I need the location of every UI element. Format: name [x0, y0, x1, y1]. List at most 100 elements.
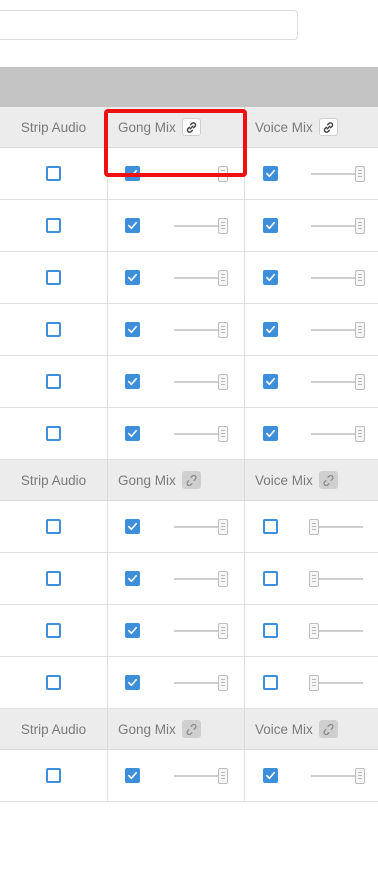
- voice-mix-slider[interactable]: [308, 621, 365, 641]
- voice-mix-checkbox[interactable]: [262, 374, 278, 389]
- voice-mix-checkbox[interactable]: [262, 519, 278, 534]
- strip-audio-checkbox[interactable]: [46, 675, 61, 690]
- gong-mix-checkbox[interactable]: [124, 166, 140, 181]
- voice-mix-slider[interactable]: [309, 424, 365, 444]
- slider-thumb-icon[interactable]: [354, 321, 365, 338]
- voice-mix-checkbox[interactable]: [262, 768, 278, 783]
- gong-mix-slider[interactable]: [172, 673, 228, 693]
- gong-mix-check-cell: [108, 252, 156, 303]
- unlink-icon[interactable]: [318, 720, 338, 738]
- gong-mix-slider[interactable]: [172, 424, 228, 444]
- slider-thumb-icon[interactable]: [354, 767, 365, 784]
- voice-mix-slider[interactable]: [309, 268, 365, 288]
- strip-audio-checkbox[interactable]: [46, 519, 61, 534]
- voice-mix-slider[interactable]: [309, 766, 365, 786]
- unlink-icon[interactable]: [181, 471, 201, 489]
- voice-mix-checkbox[interactable]: [262, 270, 278, 285]
- strip-audio-checkbox[interactable]: [46, 623, 61, 638]
- voice-mix-slider[interactable]: [309, 372, 365, 392]
- strip-audio-checkbox[interactable]: [46, 426, 61, 441]
- gong-mix-header-label: Gong Mix: [118, 472, 176, 488]
- gong-mix-checkbox[interactable]: [124, 571, 140, 586]
- voice-mix-checkbox[interactable]: [262, 623, 278, 638]
- gong-mix-slider[interactable]: [172, 164, 228, 184]
- gong-mix-slider[interactable]: [172, 569, 228, 589]
- gong-mix-slider-cell: [156, 408, 245, 459]
- voice-mix-slider-cell: [295, 252, 378, 303]
- slider-thumb-icon[interactable]: [308, 570, 319, 587]
- gong-mix-slider[interactable]: [172, 372, 228, 392]
- gong-mix-checkbox[interactable]: [124, 675, 140, 690]
- strip-audio-checkbox[interactable]: [46, 166, 61, 181]
- slider-thumb-icon[interactable]: [218, 767, 228, 784]
- unlink-icon[interactable]: [318, 471, 338, 489]
- check-icon: [265, 220, 276, 231]
- strip-audio-checkbox[interactable]: [46, 571, 61, 586]
- gong-mix-slider[interactable]: [172, 268, 228, 288]
- slider-thumb-icon[interactable]: [218, 321, 228, 338]
- slider-thumb-icon[interactable]: [218, 269, 228, 286]
- gong-mix-slider[interactable]: [172, 766, 228, 786]
- strip-audio-checkbox[interactable]: [46, 218, 61, 233]
- voice-mix-checkbox[interactable]: [262, 218, 278, 233]
- unlink-icon[interactable]: [181, 720, 201, 738]
- gong-mix-slider[interactable]: [172, 320, 228, 340]
- strip-audio-checkbox[interactable]: [46, 768, 61, 783]
- slider-thumb-icon[interactable]: [354, 217, 365, 234]
- slider-thumb-icon[interactable]: [218, 217, 228, 234]
- gong-mix-checkbox[interactable]: [124, 270, 140, 285]
- gong-mix-checkbox[interactable]: [124, 519, 140, 534]
- link-icon[interactable]: [181, 118, 201, 136]
- slider-thumb-icon[interactable]: [218, 373, 228, 390]
- slider-thumb-icon[interactable]: [354, 425, 365, 442]
- voice-mix-checkbox[interactable]: [262, 675, 278, 690]
- search-input[interactable]: [0, 10, 298, 40]
- voice-mix-checkbox[interactable]: [262, 166, 278, 181]
- voice-mix-slider[interactable]: [308, 517, 365, 537]
- slider-thumb-icon[interactable]: [218, 165, 228, 182]
- slider-thumb-icon[interactable]: [308, 518, 319, 535]
- voice-mix-checkbox[interactable]: [262, 426, 278, 441]
- gong-mix-slider-cell: [156, 657, 245, 708]
- strip-audio-cell: [0, 148, 108, 199]
- link-icon[interactable]: [318, 118, 338, 136]
- voice-mix-check-cell: [245, 501, 295, 552]
- voice-mix-slider[interactable]: [308, 569, 365, 589]
- voice-mix-header: Voice Mix: [245, 709, 378, 749]
- gong-mix-checkbox[interactable]: [124, 426, 140, 441]
- slider-thumb-icon[interactable]: [218, 570, 228, 587]
- gong-mix-checkbox[interactable]: [124, 322, 140, 337]
- gong-mix-checkbox[interactable]: [124, 374, 140, 389]
- gong-mix-checkbox[interactable]: [124, 218, 140, 233]
- slider-thumb-icon[interactable]: [354, 373, 365, 390]
- slider-thumb-icon[interactable]: [308, 674, 319, 691]
- voice-mix-slider[interactable]: [309, 164, 365, 184]
- strip-audio-checkbox[interactable]: [46, 322, 61, 337]
- strip-audio-checkbox[interactable]: [46, 270, 61, 285]
- gong-mix-checkbox[interactable]: [124, 768, 140, 783]
- gong-mix-slider[interactable]: [172, 216, 228, 236]
- gong-mix-slider-cell: [156, 356, 245, 407]
- table-row: [0, 408, 378, 460]
- voice-mix-header-label: Voice Mix: [255, 472, 313, 488]
- gong-mix-checkbox[interactable]: [124, 623, 140, 638]
- gong-mix-check-cell: [108, 304, 156, 355]
- voice-mix-slider[interactable]: [309, 216, 365, 236]
- slider-thumb-icon[interactable]: [218, 674, 228, 691]
- voice-mix-checkbox[interactable]: [262, 571, 278, 586]
- slider-thumb-icon[interactable]: [218, 622, 228, 639]
- slider-thumb-icon[interactable]: [218, 518, 228, 535]
- gong-mix-slider[interactable]: [172, 517, 228, 537]
- slider-thumb-icon[interactable]: [308, 622, 319, 639]
- voice-mix-slider[interactable]: [309, 320, 365, 340]
- voice-mix-checkbox[interactable]: [262, 322, 278, 337]
- slider-thumb-icon[interactable]: [354, 269, 365, 286]
- voice-mix-slider[interactable]: [308, 673, 365, 693]
- strip-audio-cell: [0, 553, 108, 604]
- gong-mix-slider[interactable]: [172, 621, 228, 641]
- slider-thumb-icon[interactable]: [354, 165, 365, 182]
- slider-thumb-icon[interactable]: [218, 425, 228, 442]
- strip-audio-cell: [0, 605, 108, 656]
- strip-audio-checkbox[interactable]: [46, 374, 61, 389]
- voice-mix-slider-cell: [295, 356, 378, 407]
